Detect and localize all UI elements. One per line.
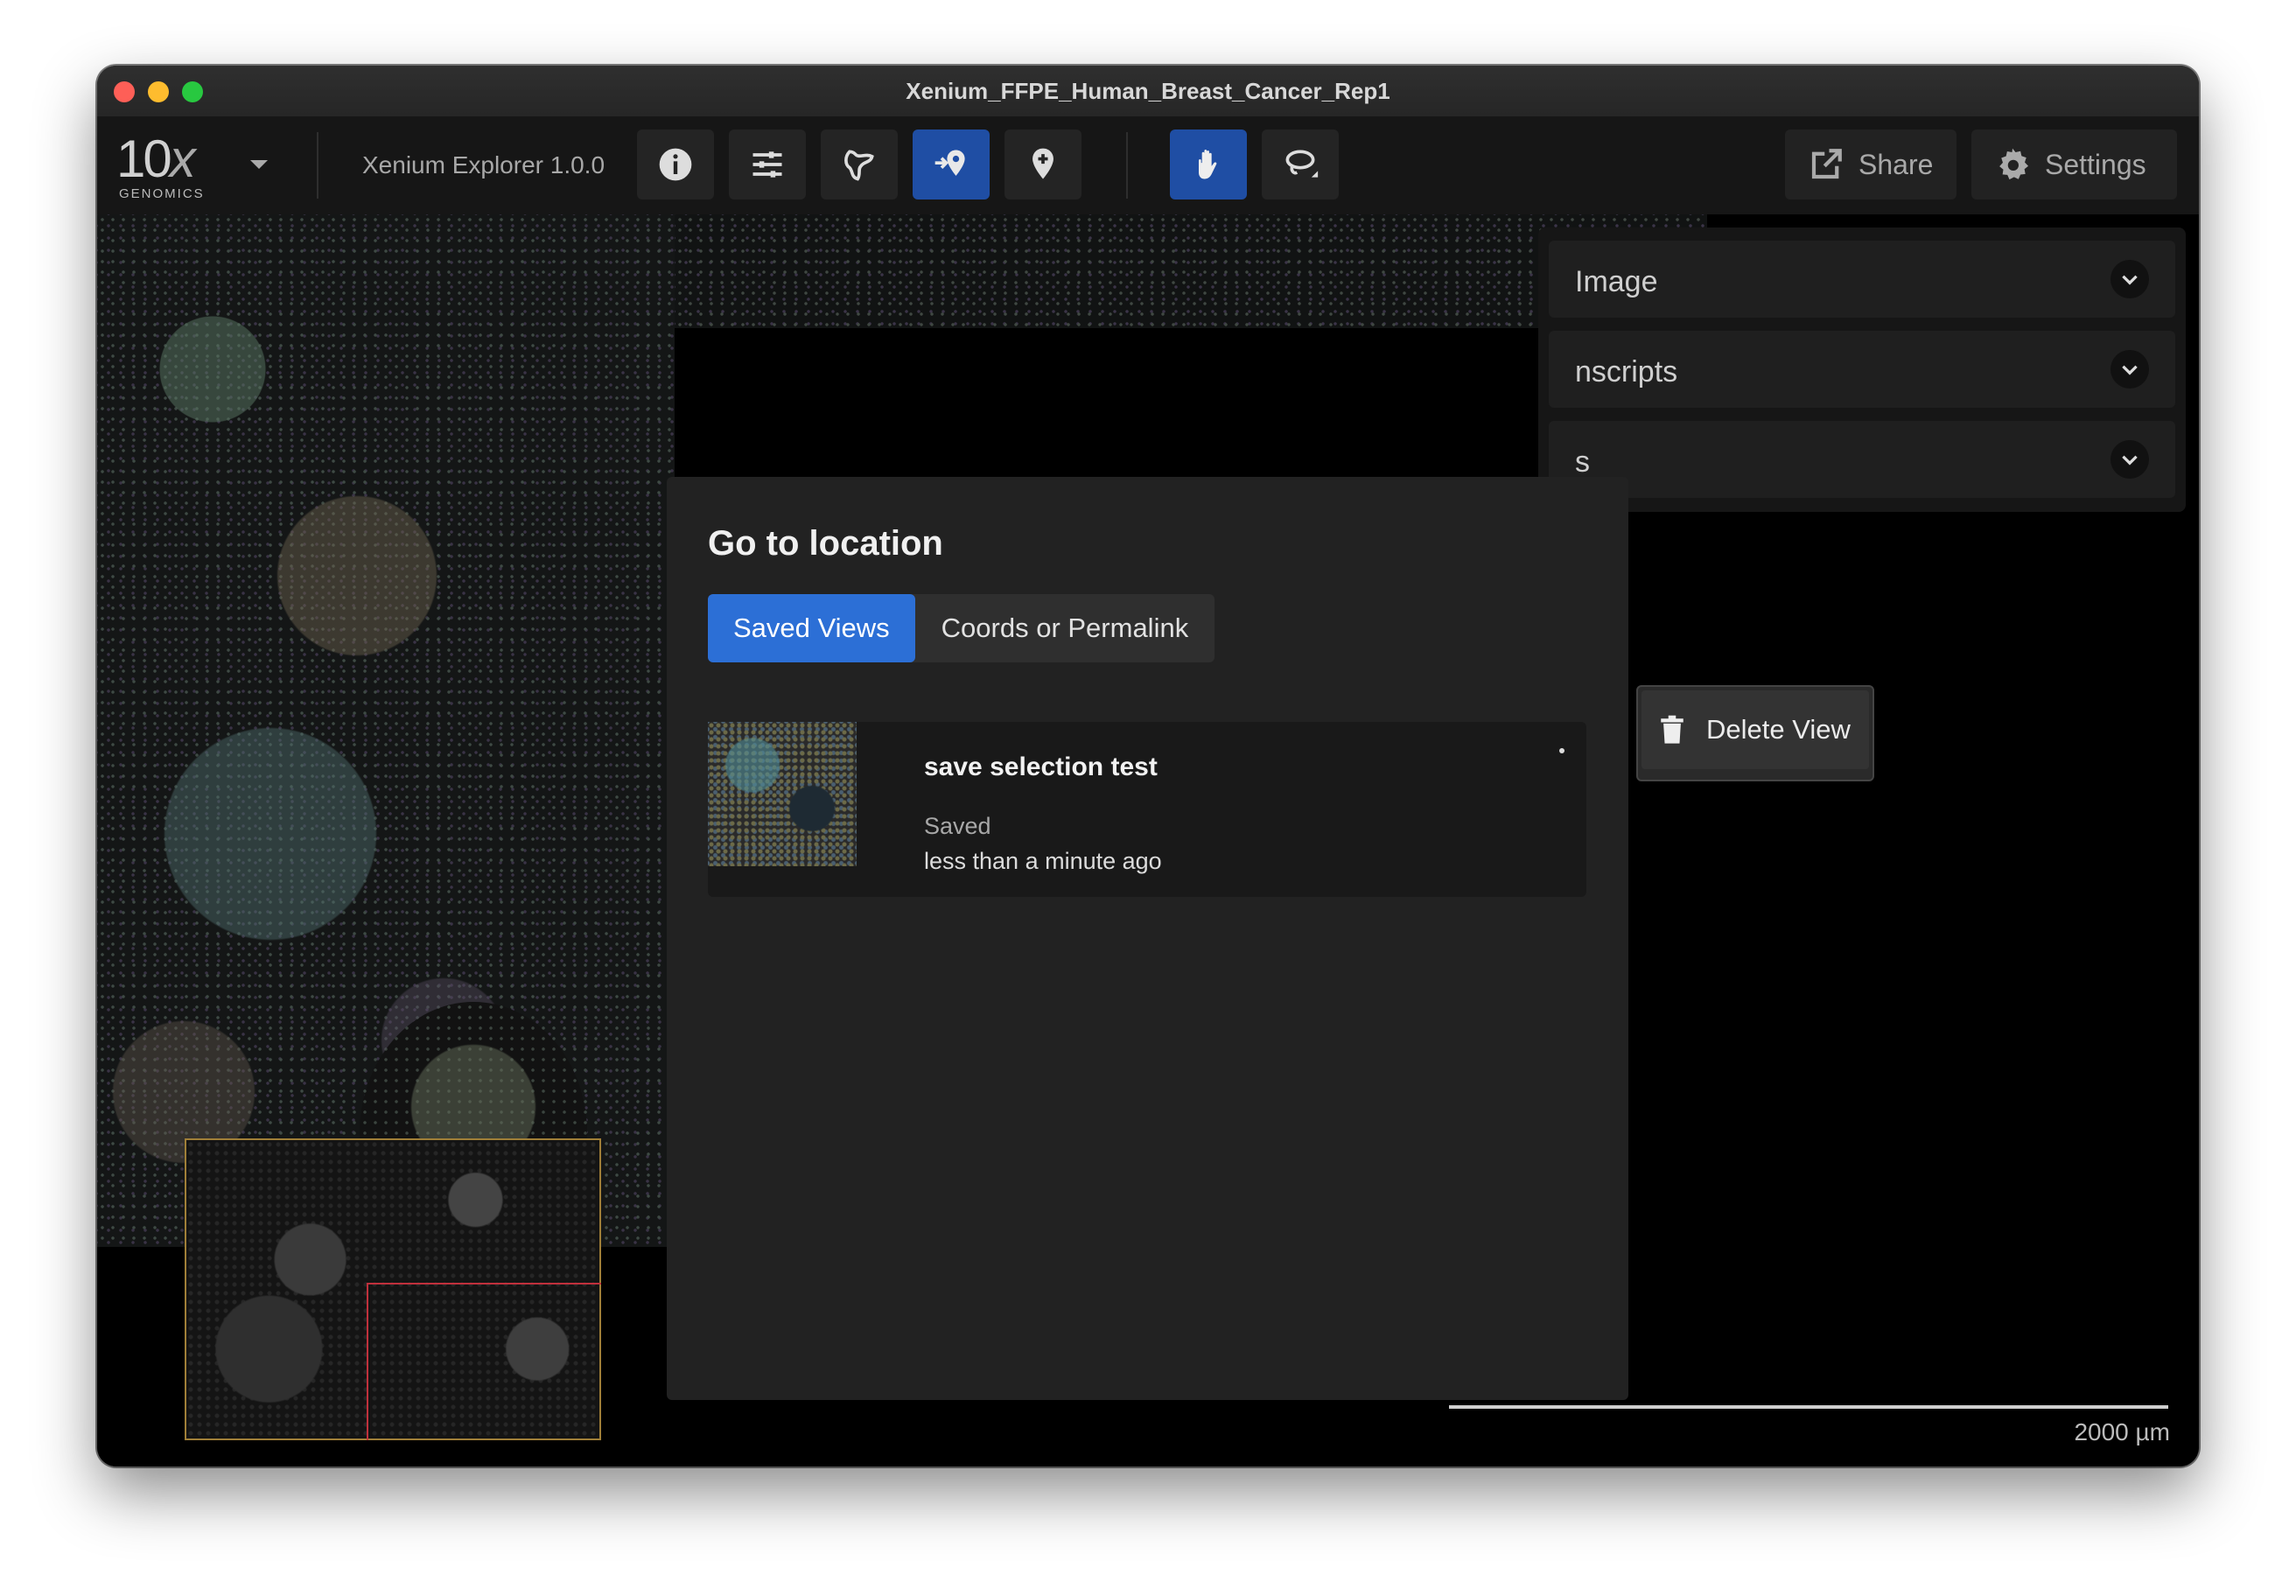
tissue-icon	[844, 150, 874, 181]
settings-button[interactable]: Settings	[1971, 130, 2177, 200]
chevron-down-icon[interactable]	[2110, 350, 2149, 388]
go-to-location-icon	[934, 150, 965, 176]
add-pin-button[interactable]	[1004, 130, 1082, 200]
share-button[interactable]: Share	[1785, 130, 1956, 200]
accordion-cells[interactable]: s	[1549, 421, 2175, 498]
tab-saved-views[interactable]: Saved Views	[708, 594, 915, 662]
gear-icon	[1999, 148, 2029, 180]
tissue-image-canvas[interactable]: Image nscripts s 2000 µm Go to location …	[97, 214, 2199, 1466]
lasso-icon	[1285, 150, 1319, 178]
adjustments-button[interactable]	[729, 130, 806, 200]
app-window: Xenium_FFPE_Human_Breast_Cancer_Rep1 10x…	[97, 66, 2199, 1466]
minimap-viewport-indicator[interactable]	[367, 1283, 601, 1440]
add-pin-icon	[1032, 148, 1054, 179]
saved-view-item[interactable]: save selection test Saved less than a mi…	[708, 722, 1586, 897]
lasso-tool-button[interactable]	[1262, 130, 1339, 200]
toolbar-divider	[317, 132, 318, 199]
saved-view-name: save selection test	[924, 752, 1158, 781]
more-options-icon[interactable]	[1557, 748, 1567, 759]
dialog-title: Go to location	[708, 524, 943, 563]
saved-view-timestamp: less than a minute ago	[924, 848, 1162, 874]
trash-icon	[1661, 715, 1684, 744]
info-button[interactable]	[637, 130, 714, 200]
title-bar: Xenium_FFPE_Human_Breast_Cancer_Rep1	[97, 66, 2199, 117]
saved-view-status: Saved	[924, 813, 991, 839]
chevron-down-icon[interactable]	[2110, 260, 2149, 298]
sliders-icon	[752, 151, 782, 178]
share-icon	[1811, 149, 1842, 179]
scale-bar	[1449, 1405, 2168, 1409]
tissue-view-button[interactable]	[821, 130, 898, 200]
info-icon	[659, 148, 692, 181]
minimap[interactable]	[185, 1138, 601, 1440]
toolbar-divider	[1126, 132, 1128, 199]
accordion-image[interactable]: Image	[1549, 241, 2175, 318]
go-to-location-button[interactable]	[913, 130, 990, 200]
saved-view-context-menu: Delete View	[1636, 685, 1874, 781]
accordion-transcripts[interactable]: nscripts	[1549, 331, 2175, 408]
toolbar: 10x GENOMICS Xenium Explorer 1.0.0 Share…	[97, 116, 2199, 214]
delete-view-menu-item[interactable]: Delete View	[1642, 690, 1869, 769]
pan-tool-button[interactable]	[1170, 130, 1247, 200]
window-title: Xenium_FFPE_Human_Breast_Cancer_Rep1	[906, 78, 1390, 104]
hand-icon	[1199, 150, 1217, 179]
scale-bar-label: 2000 µm	[2074, 1418, 2170, 1446]
chevron-down-icon[interactable]	[2110, 440, 2149, 479]
app-version: Xenium Explorer 1.0.0	[362, 151, 606, 178]
saved-view-thumbnail	[708, 722, 857, 866]
location-tabs: Saved Views Coords or Permalink	[708, 594, 1215, 662]
tab-coords-or-permalink[interactable]: Coords or Permalink	[915, 594, 1215, 662]
go-to-location-dialog: Go to location Saved Views Coords or Per…	[667, 477, 1628, 1400]
app-menu-caret-icon[interactable]	[250, 160, 268, 169]
10x-genomics-logo[interactable]: 10x GENOMICS	[116, 123, 213, 202]
layers-panel: Image nscripts s	[1538, 228, 2186, 512]
